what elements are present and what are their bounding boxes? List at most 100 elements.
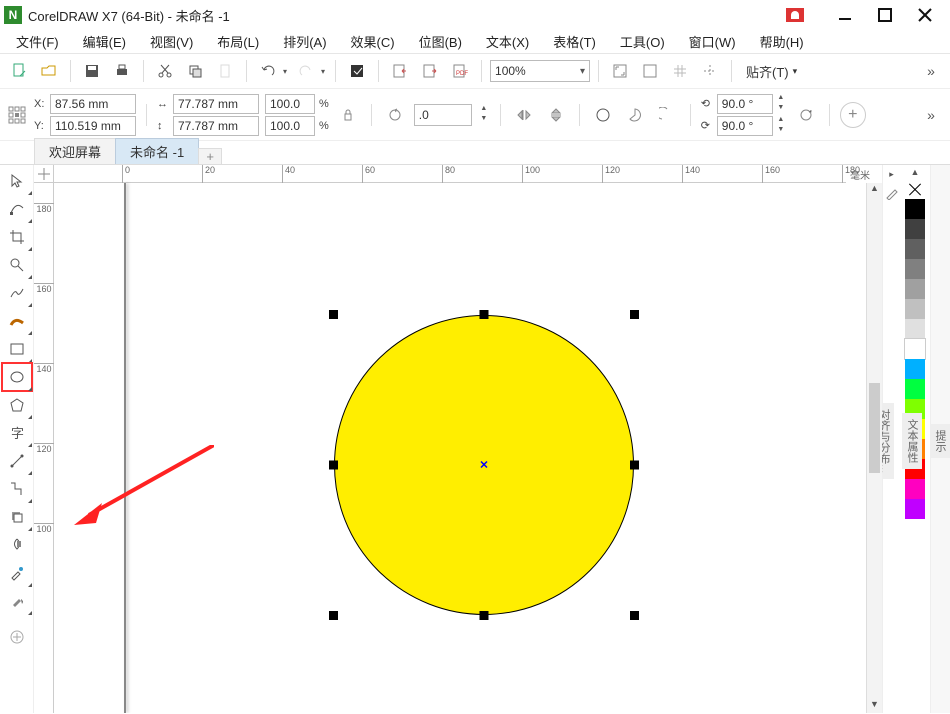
pick-tool[interactable] — [2, 167, 32, 195]
object-origin-icon[interactable] — [6, 104, 28, 126]
docker-hints[interactable]: 提示 — [930, 424, 950, 458]
canvas[interactable]: 0 20 40 60 80 100 120 140 160 180 毫米 180… — [34, 165, 882, 713]
shape-tool[interactable] — [2, 195, 32, 223]
redo-dropdown[interactable]: ▾ — [321, 67, 325, 76]
print-icon[interactable] — [109, 58, 135, 84]
scroll-thumb[interactable] — [869, 383, 880, 473]
x-position-input[interactable]: 87.56 mm — [50, 94, 136, 114]
maximize-button[interactable] — [874, 4, 896, 26]
save-icon[interactable] — [79, 58, 105, 84]
menu-tools[interactable]: 工具(O) — [610, 30, 675, 53]
interactive-fill-tool[interactable] — [2, 587, 32, 615]
handle-tl[interactable] — [329, 310, 338, 319]
horizontal-ruler[interactable]: 0 20 40 60 80 100 120 140 160 180 — [54, 165, 846, 183]
brush-pen-icon[interactable] — [885, 186, 899, 203]
crop-tool[interactable] — [2, 223, 32, 251]
quick-customize-button[interactable] — [2, 623, 32, 651]
paste-icon[interactable] — [212, 58, 238, 84]
selected-ellipse[interactable]: ✕ — [334, 315, 634, 615]
undo-dropdown[interactable]: ▾ — [283, 67, 287, 76]
pie-type-icon[interactable] — [622, 102, 648, 128]
scroll-up-icon[interactable]: ▲ — [867, 183, 882, 197]
palette-up-icon[interactable]: ▲ — [911, 167, 920, 179]
close-button[interactable] — [914, 4, 936, 26]
handle-tc[interactable] — [480, 310, 489, 319]
show-grid-icon[interactable] — [667, 58, 693, 84]
swatch-c2[interactable] — [905, 239, 925, 259]
menu-text[interactable]: 文本(X) — [476, 30, 539, 53]
minimize-button[interactable] — [834, 4, 856, 26]
show-rulers-icon[interactable] — [637, 58, 663, 84]
tab-document[interactable]: 未命名 -1 — [115, 138, 199, 164]
height-input[interactable]: 77.787 mm — [173, 116, 259, 136]
swap-direction-icon[interactable] — [793, 102, 819, 128]
menu-table[interactable]: 表格(T) — [543, 30, 606, 53]
handle-tr[interactable] — [630, 310, 639, 319]
cut-icon[interactable] — [152, 58, 178, 84]
swatch-none[interactable] — [905, 179, 925, 199]
polygon-tool[interactable] — [2, 391, 32, 419]
rectangle-tool[interactable] — [2, 335, 32, 363]
import-icon[interactable] — [387, 58, 413, 84]
y-position-input[interactable]: 110.519 mm — [50, 116, 136, 136]
scale-y-input[interactable]: 100.0 — [265, 116, 315, 136]
flyout-right-icon[interactable]: ▸ — [889, 169, 894, 180]
arc-type-icon[interactable] — [654, 102, 680, 128]
menu-edit[interactable]: 编辑(E) — [73, 30, 136, 53]
ellipse-type-icon[interactable] — [590, 102, 616, 128]
menu-effects[interactable]: 效果(C) — [341, 30, 405, 53]
handle-mr[interactable] — [630, 461, 639, 470]
ang2-spinner[interactable]: ▲▼ — [775, 116, 787, 136]
swatch-purple[interactable] — [905, 499, 925, 519]
new-document-icon[interactable] — [6, 58, 32, 84]
eyedropper-tool[interactable] — [2, 559, 32, 587]
menu-bitmap[interactable]: 位图(B) — [409, 30, 472, 53]
copy-icon[interactable] — [182, 58, 208, 84]
tab-welcome[interactable]: 欢迎屏幕 — [34, 138, 116, 164]
ang1-spinner[interactable]: ▲▼ — [775, 94, 787, 114]
swatch-c4[interactable] — [905, 279, 925, 299]
drop-shadow-tool[interactable] — [2, 503, 32, 531]
vertical-scrollbar[interactable]: ▲ ▼ — [866, 183, 882, 713]
rotation-spinner[interactable]: ▲▼ — [478, 105, 490, 125]
end-angle-input[interactable]: 90.0 ° — [717, 116, 773, 136]
vertical-ruler[interactable]: 180 160 140 120 100 — [34, 183, 54, 713]
handle-ml[interactable] — [329, 461, 338, 470]
scale-x-input[interactable]: 100.0 — [265, 94, 315, 114]
swatch-c1[interactable] — [905, 219, 925, 239]
mirror-vertical-icon[interactable] — [543, 102, 569, 128]
mirror-horizontal-icon[interactable] — [511, 102, 537, 128]
width-input[interactable]: 77.787 mm — [173, 94, 259, 114]
swatch-c5[interactable] — [905, 299, 925, 319]
handle-br[interactable] — [630, 611, 639, 620]
menu-window[interactable]: 窗口(W) — [679, 30, 746, 53]
zoom-tool[interactable] — [2, 251, 32, 279]
export-icon[interactable] — [417, 58, 443, 84]
handle-bc[interactable] — [480, 611, 489, 620]
undo-icon[interactable] — [255, 58, 281, 84]
open-icon[interactable] — [36, 58, 62, 84]
ruler-origin[interactable] — [34, 165, 54, 183]
publish-pdf-icon[interactable]: PDF — [447, 58, 473, 84]
transparency-tool[interactable] — [2, 531, 32, 559]
menu-arrange[interactable]: 排列(A) — [273, 30, 336, 53]
search-content-icon[interactable] — [344, 58, 370, 84]
menu-view[interactable]: 视图(V) — [140, 30, 203, 53]
swatch-black[interactable] — [905, 199, 925, 219]
handle-bl[interactable] — [329, 611, 338, 620]
fullscreen-preview-icon[interactable] — [607, 58, 633, 84]
artistic-media-tool[interactable] — [2, 307, 32, 335]
propbar-overflow[interactable]: » — [918, 102, 944, 128]
scroll-down-icon[interactable]: ▼ — [867, 699, 882, 713]
toolbar-overflow[interactable]: » — [918, 58, 944, 84]
start-angle-input[interactable]: 90.0 ° — [717, 94, 773, 114]
swatch-c6[interactable] — [905, 319, 925, 339]
docker-text-properties[interactable]: 文本属性 — [902, 413, 922, 469]
redo-icon[interactable] — [293, 58, 319, 84]
menu-layout[interactable]: 布局(L) — [207, 30, 269, 53]
text-tool[interactable]: 字 — [2, 419, 32, 447]
lock-ratio-icon[interactable] — [335, 102, 361, 128]
swatch-magenta[interactable] — [905, 479, 925, 499]
zoom-level-select[interactable]: 100% — [490, 60, 590, 82]
rotation-input[interactable]: .0 — [414, 104, 472, 126]
